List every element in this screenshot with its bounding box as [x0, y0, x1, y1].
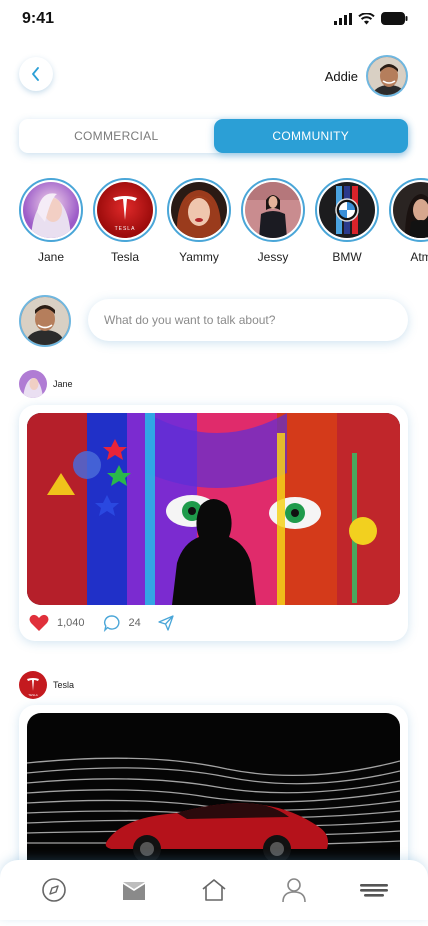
- user-avatar[interactable]: [366, 55, 408, 97]
- stories-row: Jane TESLA Tesla Yammy Jessy BMW Atm: [19, 178, 428, 268]
- story-avatar: TESLA: [97, 182, 153, 238]
- story-avatar: [393, 182, 428, 238]
- post-actions: 1,040 24: [27, 605, 400, 641]
- status-time: 9:41: [22, 10, 55, 27]
- nav-home[interactable]: [194, 870, 234, 910]
- nav-profile[interactable]: [274, 870, 314, 910]
- feed-type-switch: COMMERCIAL COMMUNITY: [19, 119, 408, 153]
- bmw-logo-icon: [335, 198, 359, 222]
- status-bar: 9:41: [0, 0, 428, 40]
- like-count: 1,040: [57, 617, 85, 629]
- svg-text:TESLA: TESLA: [115, 226, 136, 232]
- post-author-avatar[interactable]: TESLA: [19, 671, 47, 699]
- nav-explore[interactable]: [34, 870, 74, 910]
- story-avatar: [245, 182, 301, 238]
- story-avatar: [171, 182, 227, 238]
- nav-menu[interactable]: [354, 870, 394, 910]
- nav-messages[interactable]: [114, 870, 154, 910]
- tab-community[interactable]: COMMUNITY: [213, 119, 408, 153]
- story-jessy[interactable]: Jessy: [241, 178, 305, 264]
- signal-icon: [334, 12, 352, 25]
- story-tesla[interactable]: TESLA Tesla: [93, 178, 157, 264]
- story-label: BMW: [332, 250, 362, 264]
- story-label: Tesla: [110, 250, 139, 264]
- story-yammy[interactable]: Yammy: [167, 178, 231, 264]
- post-image[interactable]: [27, 713, 400, 883]
- chevron-left-icon: [32, 67, 39, 81]
- story-label: Jane: [37, 250, 65, 264]
- story-avatar: [23, 182, 79, 238]
- post-composer: What do you want to talk about?: [19, 295, 408, 352]
- post-author-avatar[interactable]: [19, 370, 47, 398]
- story-bmw[interactable]: BMW: [315, 178, 379, 264]
- status-icons: [334, 12, 408, 25]
- story-avatar: [319, 182, 375, 238]
- menu-icon: [360, 884, 388, 897]
- svg-text:TESLA: TESLA: [28, 693, 38, 697]
- story-atm[interactable]: Atm: [389, 178, 428, 264]
- home-icon: [202, 879, 226, 901]
- share-icon[interactable]: [157, 614, 175, 632]
- mail-icon: [123, 882, 145, 900]
- post-input[interactable]: What do you want to talk about?: [88, 299, 408, 341]
- post-image[interactable]: [27, 413, 400, 605]
- avatar-photo-icon: [368, 57, 406, 95]
- post-author-name[interactable]: Jane: [53, 379, 73, 389]
- story-label: Jessy: [257, 250, 289, 264]
- header: Addie: [0, 55, 428, 99]
- battery-icon: [381, 12, 408, 25]
- post-author-row: TESLA Tesla: [19, 671, 74, 699]
- post-author-row: Jane: [19, 370, 73, 398]
- story-label: Atm: [410, 250, 428, 264]
- tab-commercial[interactable]: COMMERCIAL: [19, 119, 214, 153]
- comment-icon[interactable]: [103, 614, 121, 632]
- bottom-nav: [0, 860, 428, 920]
- post-author-name[interactable]: Tesla: [53, 680, 74, 690]
- comment-count: 24: [128, 617, 141, 629]
- heart-icon[interactable]: [29, 614, 49, 632]
- compass-icon: [42, 878, 66, 902]
- story-jane[interactable]: Jane: [19, 178, 83, 264]
- wifi-icon: [358, 12, 375, 24]
- post-card: 1,040 24: [19, 405, 408, 641]
- profile-icon: [282, 878, 306, 903]
- back-button[interactable]: [19, 57, 53, 91]
- story-label: Yammy: [179, 250, 219, 264]
- composer-avatar: [19, 295, 71, 352]
- post-card: [19, 705, 408, 885]
- user-name: Addie: [324, 69, 358, 84]
